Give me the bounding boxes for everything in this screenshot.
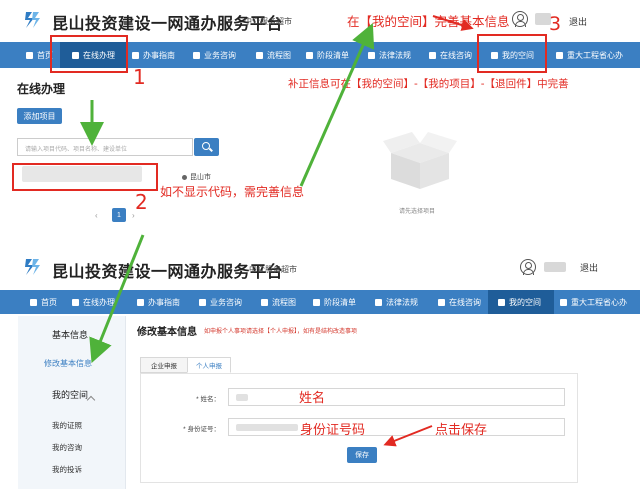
logout-link[interactable]: 退出 [569,15,587,28]
form-title: 修改基本信息 [137,327,197,338]
nav-laws[interactable]: 法律法规 [368,42,411,68]
nav-online-consult[interactable]: 在线咨询 [429,42,472,68]
project-search-input[interactable]: 请输入项目代码、项目名称、建设单位 [17,138,193,156]
space-sidebar: 基本信息 修改基本信息 我的空间 我的证照 我的咨询 我的投诉 [18,316,126,489]
sidebar-my-certs[interactable]: 我的证照 [18,420,126,431]
intermediary-market-link[interactable]: 中介服务超市 [249,264,297,275]
search-icon [202,142,210,150]
intermediary-market-link[interactable]: 中介服务超市 [244,16,292,27]
name-value-redacted [236,394,248,401]
user-avatar-icon[interactable] [520,259,536,275]
sidebar-my-complaints[interactable]: 我的投诉 [18,464,126,475]
nav-consult[interactable]: 业务咨询 [193,42,236,68]
online-handling-screenshot: 昆山投资建设一网通办服务平台 中介服务超市 退出 首页 在线办理 办事指南 业务… [0,0,640,244]
id-number-note: 身份证号码 [300,423,366,438]
monitor-icon [72,298,79,306]
home-icon [26,51,33,59]
nav-my-space[interactable]: 我的空间 [488,290,554,314]
step-3-label: 3 [549,13,562,35]
chat-icon [429,51,436,59]
portal-logo-icon [25,12,40,28]
name-note: 姓名 [299,391,326,406]
goto-space-note: 在【我的空间】完善基本信息 [347,14,510,29]
nav-home[interactable]: 首页 [26,42,53,68]
id-label: * 身份证号： [183,426,220,433]
highlight-my-space [477,34,547,73]
no-code-note: 如不显示代码，需完善信息 [160,185,305,199]
id-number-field[interactable] [228,418,565,436]
name-field[interactable] [228,388,565,406]
sidebar-my-consults[interactable]: 我的咨询 [18,442,126,453]
nav-stage-list[interactable]: 阶段清单 [313,290,356,314]
flowchart-icon [256,51,263,59]
location-label: 昆山市 [182,172,211,182]
step-1-label: 1 [133,65,146,89]
id-value-redacted [236,424,298,431]
home-icon [30,298,37,306]
nav-stage-list[interactable]: 阶段清单 [306,42,349,68]
nav-online-consult[interactable]: 在线咨询 [438,290,481,314]
step-2-label: 2 [135,190,148,214]
user-icon [193,51,200,59]
pager-current[interactable]: 1 [112,208,126,222]
nav-major-projects[interactable]: 重大工程省心办 [556,42,623,68]
list-icon [313,298,320,306]
username-redacted [544,262,566,272]
highlight-online-handling [50,35,128,73]
sidebar-edit-info[interactable]: 修改基本信息 [18,358,126,369]
screenshot-divider [0,244,640,246]
nav-major-projects[interactable]: 重大工程省心办 [560,290,627,314]
logout-link[interactable]: 退出 [580,261,598,274]
tab-personal[interactable]: 个人申报 [187,357,231,373]
compass-icon [132,51,139,59]
nav-guide[interactable]: 办事指南 [137,290,180,314]
bookmark-icon [560,298,567,306]
portal-logo-icon [25,259,40,275]
compass-icon [137,298,144,306]
sidebar-basic-info[interactable]: 基本信息 [18,328,126,341]
nav-online-handling[interactable]: 在线办理 [72,290,115,314]
nav-flowchart[interactable]: 流程图 [261,290,296,314]
gear-icon [498,298,505,306]
search-button[interactable] [194,138,219,156]
empty-state-label: 请先选择项目 [399,209,436,215]
location-pin-icon [182,174,187,180]
flowchart-icon [261,298,268,306]
my-space-screenshot: 昆山投资建设一网通办服务平台 中介服务超市 退出 首页 在线办理 办事指南 业务… [0,246,640,489]
gavel-icon [368,51,375,59]
list-icon [306,51,313,59]
user-icon [199,298,206,306]
nav-laws[interactable]: 法律法规 [375,290,418,314]
save-button[interactable]: 保存 [347,447,377,463]
add-project-button[interactable]: 添加项目 [17,108,62,124]
nav-consult[interactable]: 业务咨询 [199,290,242,314]
bookmark-icon [556,51,563,59]
gavel-icon [375,298,382,306]
site-header: 昆山投资建设一网通办服务平台 中介服务超市 退出 [0,246,640,290]
empty-box-icon [383,132,457,189]
pager-prev[interactable]: ‹ [95,211,98,220]
main-nav: 首页 在线办理 办事指南 业务咨询 流程图 阶段清单 法律法规 在线咨询 我的空… [0,290,640,314]
form-hint: 如申报个人事项请选择【个人申报】，如有是结构改造事项 [204,329,358,335]
user-avatar-icon[interactable] [512,11,528,27]
nav-flowchart[interactable]: 流程图 [256,42,291,68]
click-save-note: 点击保存 [435,423,488,438]
tab-enterprise[interactable]: 企业申报 [140,357,188,373]
name-label: * 姓名： [196,396,220,403]
chat-icon [438,298,445,306]
supplement-note: 补正信息可在【我的空间】-【我的项目】-【退回件】中完善 [288,78,569,90]
page-title: 在线办理 [17,82,66,96]
nav-home[interactable]: 首页 [30,290,57,314]
highlight-project-row [12,163,158,191]
sidebar-my-space[interactable]: 我的空间 [18,388,126,401]
